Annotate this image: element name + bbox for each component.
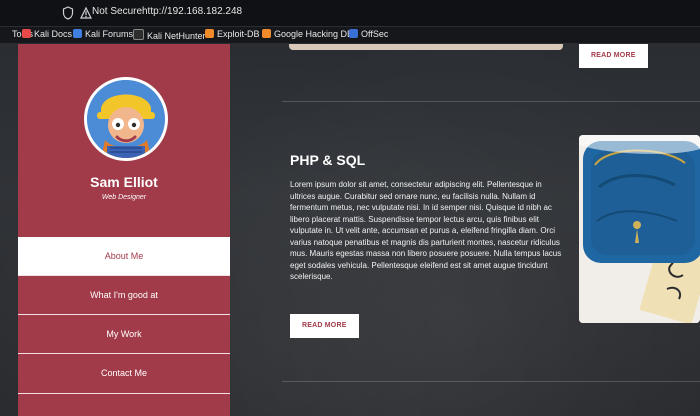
- bookmarks-bar: Tools Kali Docs Kali Forums Kali NetHunt…: [0, 27, 700, 44]
- sidebar-nav-divider: [18, 393, 230, 394]
- address-text[interactable]: http://192.168.182.248: [142, 6, 242, 17]
- kali-forums-icon: [73, 29, 82, 38]
- section-divider-bottom: [282, 381, 700, 382]
- page: READ MORE PHP & SQL Lorem ipsum dolor si…: [0, 44, 700, 416]
- not-secure-label[interactable]: Not Secure: [92, 6, 142, 17]
- exploit-db-icon: [205, 29, 214, 38]
- tools-icon: [0, 29, 9, 38]
- profile-name: Sam Elliot: [90, 174, 158, 190]
- not-secure-icon[interactable]: [80, 6, 92, 20]
- bookmark-label: Kali Forums: [85, 29, 134, 39]
- kali-docs-icon: [22, 29, 31, 38]
- nav-my-work[interactable]: My Work: [18, 314, 230, 353]
- bookmark-google-hacking-db[interactable]: Google Hacking DB: [262, 29, 353, 39]
- read-more-button[interactable]: READ MORE: [290, 314, 359, 338]
- bookmark-label: Kali Docs: [34, 29, 73, 39]
- nav-about-me[interactable]: About Me: [18, 237, 230, 275]
- builder-avatar-illustration: [87, 80, 165, 158]
- section-title: PHP & SQL: [290, 152, 366, 168]
- section-divider-top: [282, 101, 700, 102]
- browser-url-bar: Not Secure http://192.168.182.248: [0, 0, 700, 27]
- sidebar: Sam Elliot Web Designer About Me What I'…: [18, 44, 230, 416]
- nav-what-im-good-at[interactable]: What I'm good at: [18, 275, 230, 314]
- profile-role: Web Designer: [101, 194, 147, 201]
- nav-label: About Me: [104, 251, 144, 261]
- nav-label: Contact Me: [100, 368, 148, 378]
- avatar: [84, 77, 168, 161]
- shield-icon[interactable]: [62, 6, 74, 20]
- bookmark-label: OffSec: [361, 29, 389, 39]
- bag-and-note-illustration: [579, 135, 700, 323]
- bookmark-kali-forums[interactable]: Kali Forums: [73, 29, 133, 39]
- bookmark-offsec[interactable]: OffSec: [349, 29, 388, 39]
- bookmark-kali-nethunter[interactable]: Kali NetHunter: [133, 29, 206, 41]
- previous-card-image-edge: [289, 44, 563, 50]
- read-more-button-top[interactable]: READ MORE: [579, 44, 648, 68]
- sidebar-nav: About Me What I'm good at My Work Contac…: [18, 237, 230, 392]
- nav-label: My Work: [106, 329, 142, 339]
- kali-nethunter-icon: [133, 29, 144, 40]
- bookmark-label: Exploit-DB: [217, 29, 260, 39]
- bookmark-label: Kali NetHunter: [147, 31, 206, 41]
- section-body: Lorem ipsum dolor sit amet, consectetur …: [290, 180, 562, 281]
- google-hacking-db-icon: [262, 29, 271, 38]
- bookmark-exploit-db[interactable]: Exploit-DB: [205, 29, 260, 39]
- bookmark-label: Google Hacking DB: [274, 29, 354, 39]
- nav-contact-me[interactable]: Contact Me: [18, 353, 230, 392]
- offsec-icon: [349, 29, 358, 38]
- bookmark-kali-docs[interactable]: Kali Docs: [22, 29, 72, 39]
- section-image: [579, 135, 700, 323]
- nav-label: What I'm good at: [90, 290, 158, 300]
